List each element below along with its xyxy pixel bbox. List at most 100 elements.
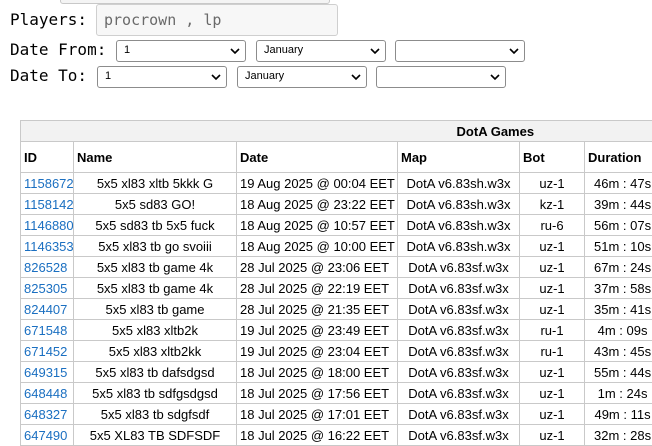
game-duration-cell: 49m : 11s [594,407,650,422]
game-name-cell: 5x5 xl83 tb game 4k [97,260,213,275]
players-label: Players: [10,10,87,30]
game-map-cell: DotA v6.83sf.w3x [408,302,508,317]
game-id-link[interactable]: 647490 [24,428,67,443]
game-id-link[interactable]: 1146353 [24,239,74,254]
players-input[interactable]: procrown , lp [96,4,338,36]
column-header-duration[interactable]: Duration [585,142,652,173]
table-caption-row: DotA Games [21,121,652,142]
table-cell-bot: ru-1 [520,320,585,341]
table-cell-map: DotA v6.83sf.w3x [398,362,520,383]
table-cell-duration: 46m : 47s [585,173,652,194]
game-id-link[interactable]: 824407 [24,302,67,317]
game-id-link[interactable]: 671452 [24,344,67,359]
table-cell-name: 5x5 xl83 tb game [74,299,237,320]
table-header-row: ID Name Date Map Bot Duration [21,142,652,173]
table-cell-id: 826528 [21,257,74,278]
table-cell-id: 1146880 [21,215,74,236]
date-to-year-select[interactable] [376,66,506,88]
column-header-bot[interactable]: Bot [520,142,585,173]
table-cell-name: 5x5 xl83 xltb2k [74,320,237,341]
game-id-link[interactable]: 826528 [24,260,67,275]
game-duration-cell: 46m : 47s [594,176,651,191]
table-row: 8253055x5 xl83 tb game 4k28 Jul 2025 @ 2… [21,278,652,299]
date-to-day-select[interactable]: 1 [97,66,227,88]
game-map-cell: DotA v6.83sh.w3x [406,239,510,254]
table-row: 11468805x5 sd83 tb 5x5 fuck18 Aug 2025 @… [21,215,652,236]
game-name-cell: 5x5 xl83 xltb2k [112,323,198,338]
game-map-cell: DotA v6.83sh.w3x [406,176,510,191]
table-body: 11586725x5 xl83 xltb 5kkk G19 Aug 2025 @… [21,173,652,446]
date-to-month-select[interactable]: January [237,66,367,88]
chevron-down-icon [211,72,221,82]
game-id-link[interactable]: 1146880 [24,218,74,233]
game-bot-cell: uz-1 [539,386,564,401]
game-id-link[interactable]: 648448 [24,386,67,401]
game-map-cell: DotA v6.83sf.w3x [408,344,508,359]
game-id-link[interactable]: 648327 [24,407,67,422]
game-map-cell: DotA v6.83sf.w3x [408,260,508,275]
game-bot-cell: ru-1 [540,323,563,338]
game-date-cell: 28 Jul 2025 @ 23:06 EET [240,260,389,275]
table-cell-map: DotA v6.83sf.w3x [398,320,520,341]
table-cell-name: 5x5 sd83 GO! [74,194,237,215]
table-cell-map: DotA v6.83sf.w3x [398,425,520,446]
table-cell-name: 5x5 xl83 tb game 4k [74,257,237,278]
table-row: 6714525x5 xl83 xltb2kk19 Jul 2025 @ 23:0… [21,341,652,362]
game-duration-cell: 4m : 09s [598,323,648,338]
table-cell-map: DotA v6.83sf.w3x [398,299,520,320]
table-cell-map: DotA v6.83sh.w3x [398,236,520,257]
table-row: 6483275x5 xl83 tb sdgfsdf18 Jul 2025 @ 1… [21,404,652,425]
date-from-label: Date From: [10,40,106,60]
table-cell-bot: uz-1 [520,278,585,299]
table-cell-id: 1158142 [21,194,74,215]
game-map-cell: DotA v6.83sf.w3x [408,386,508,401]
table-cell-name: 5x5 xl83 tb sdgfsdf [74,404,237,425]
table-cell-date: 18 Aug 2025 @ 10:00 EET [237,236,398,257]
game-bot-cell: uz-1 [539,302,564,317]
table-cell-date: 19 Jul 2025 @ 23:49 EET [237,320,398,341]
table-cell-date: 18 Jul 2025 @ 16:22 EET [237,425,398,446]
game-date-cell: 18 Jul 2025 @ 16:22 EET [240,428,389,443]
table-cell-date: 19 Aug 2025 @ 00:04 EET [237,173,398,194]
column-header-id[interactable]: ID [21,142,74,173]
column-header-name[interactable]: Name [74,142,237,173]
game-id-link[interactable]: 825305 [24,281,67,296]
table-row: 6493155x5 xl83 tb dafsdgsd18 Jul 2025 @ … [21,362,652,383]
game-date-cell: 18 Aug 2025 @ 23:22 EET [240,197,395,212]
table-cell-id: 1158672 [21,173,74,194]
table-cell-id: 824407 [21,299,74,320]
game-id-link[interactable]: 1158142 [24,197,74,212]
table-cell-id: 648448 [21,383,74,404]
game-id-link[interactable]: 1158672 [24,176,74,191]
game-id-link[interactable]: 649315 [24,365,67,380]
date-from-month-select[interactable]: January [256,40,386,62]
game-name-cell: 5x5 xl83 tb sdgfsdf [101,407,209,422]
table-cell-bot: uz-1 [520,383,585,404]
table-cell-map: DotA v6.83sh.w3x [398,215,520,236]
game-duration-cell: 35m : 41s [594,302,651,317]
table-cell-bot: uz-1 [520,299,585,320]
column-header-date[interactable]: Date [237,142,398,173]
table-cell-id: 649315 [21,362,74,383]
game-duration-cell: 56m : 07s [594,218,651,233]
table-row: 6474905x5 XL83 TB SDFSDF18 Jul 2025 @ 16… [21,425,652,446]
table-cell-id: 1146353 [21,236,74,257]
table-cell-date: 28 Jul 2025 @ 21:35 EET [237,299,398,320]
game-date-cell: 18 Aug 2025 @ 10:00 EET [240,239,395,254]
table-row: 11586725x5 xl83 xltb 5kkk G19 Aug 2025 @… [21,173,652,194]
table-cell-map: DotA v6.83sf.w3x [398,257,520,278]
table-cell-duration: 56m : 07s [585,215,652,236]
table-cell-bot: uz-1 [520,404,585,425]
column-header-map[interactable]: Map [398,142,520,173]
date-from-day-select[interactable]: 1 [116,40,246,62]
game-bot-cell: ru-1 [540,344,563,359]
date-from-year-select[interactable] [395,40,525,62]
game-id-link[interactable]: 671548 [24,323,67,338]
table-cell-date: 18 Aug 2025 @ 23:22 EET [237,194,398,215]
game-map-cell: DotA v6.83sf.w3x [408,365,508,380]
date-to-label: Date To: [10,66,87,86]
table-row: 11581425x5 sd83 GO!18 Aug 2025 @ 23:22 E… [21,194,652,215]
game-date-cell: 18 Aug 2025 @ 10:57 EET [240,218,395,233]
table-cell-name: 5x5 sd83 tb 5x5 fuck [74,215,237,236]
table-row: 826528 5x5 xl83 tb game 4k 28 Jul 2025 @ 2… [21,257,652,278]
